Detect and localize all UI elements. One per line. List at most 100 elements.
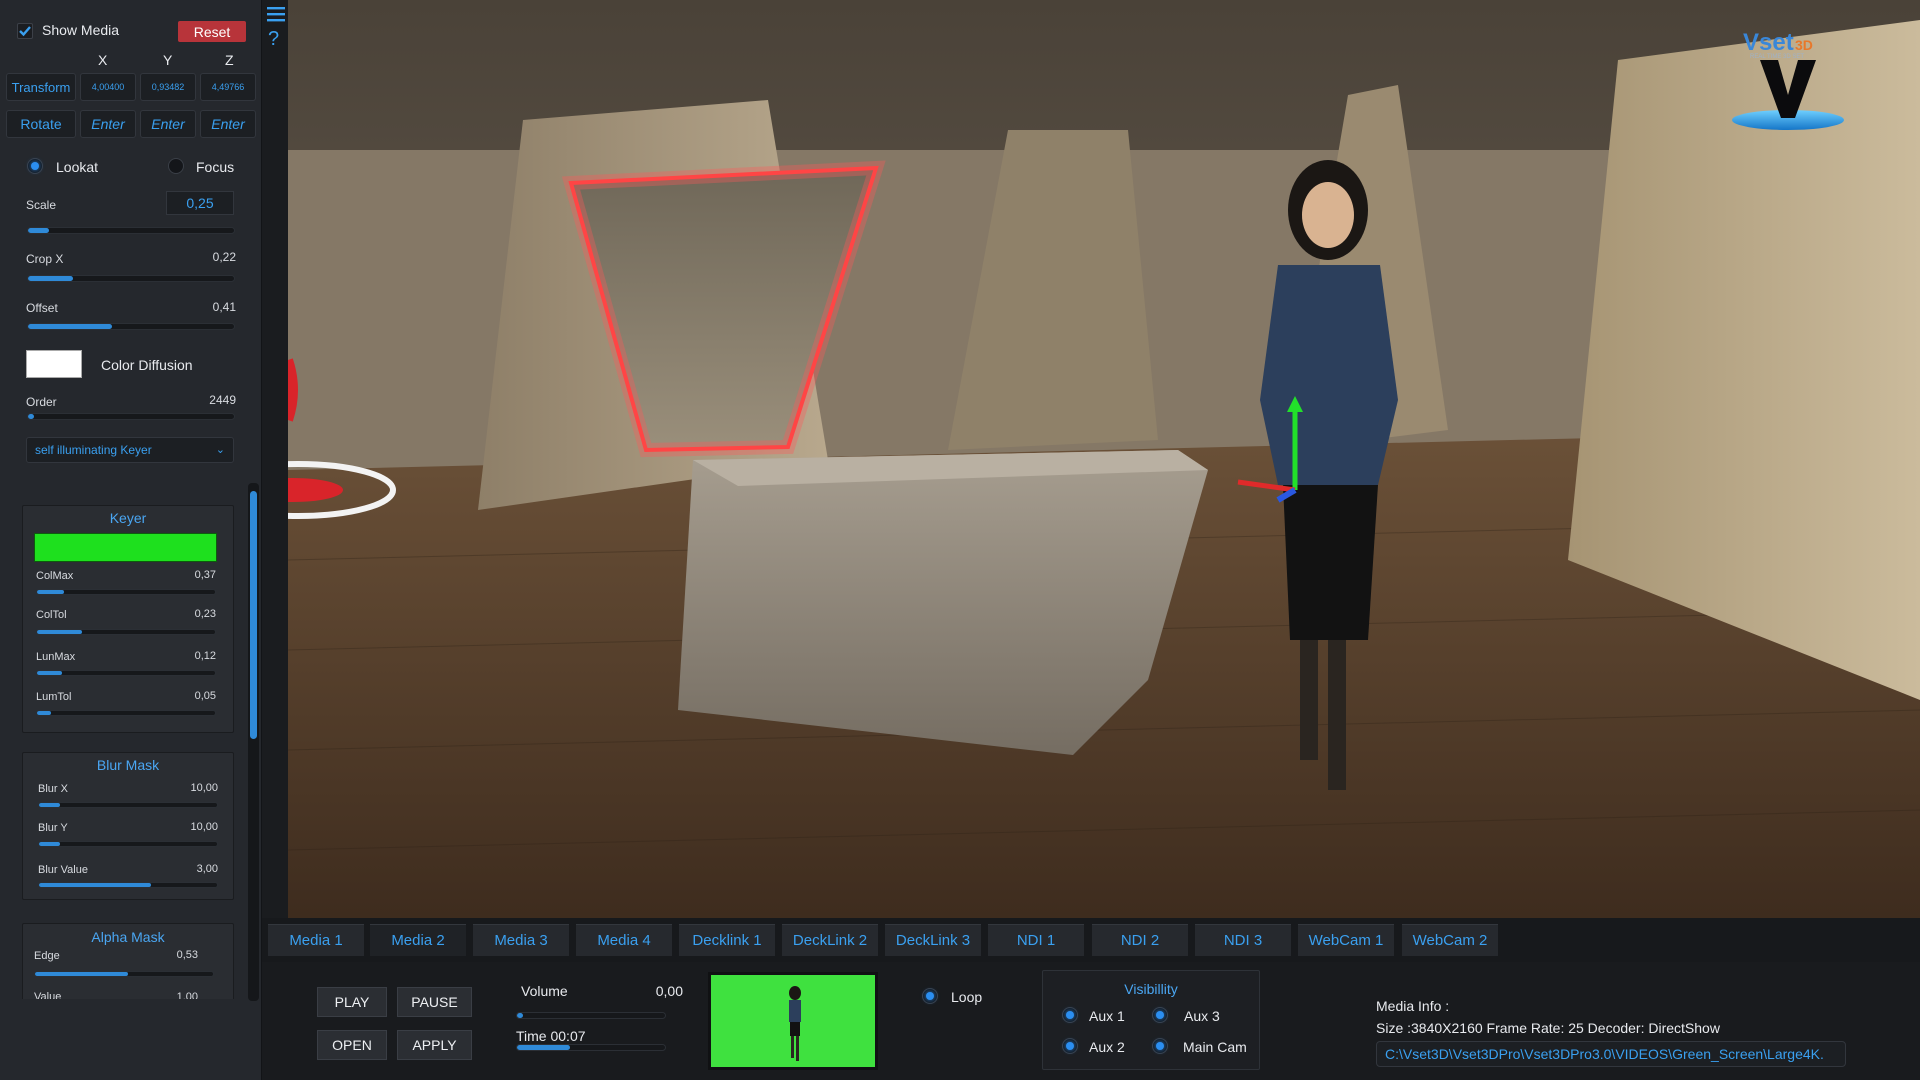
lunmax-slider[interactable]	[36, 670, 216, 676]
volume-slider-fill	[517, 1013, 523, 1018]
tab-ndi-3[interactable]: NDI 3	[1195, 924, 1291, 956]
show-media-checkbox[interactable]	[17, 23, 33, 39]
volume-label: Volume	[521, 983, 568, 999]
volume-slider[interactable]	[516, 1012, 666, 1019]
alpha-mask-title: Alpha Mask	[91, 929, 165, 945]
cropx-slider[interactable]	[27, 275, 235, 282]
transform-y-field[interactable]: 0,93482	[140, 73, 196, 101]
alpha-value-label: Value	[34, 991, 62, 999]
panel-scrollbar[interactable]	[248, 483, 259, 1001]
aux1-toggle[interactable]	[1062, 1007, 1078, 1023]
main-cam-label: Main Cam	[1183, 1039, 1247, 1055]
key-color-swatch[interactable]	[34, 533, 217, 562]
chevron-down-icon: ⌄	[215, 444, 225, 456]
scale-slider[interactable]	[27, 227, 235, 234]
play-button[interactable]: PLAY	[317, 987, 387, 1017]
colmax-label: ColMax	[36, 570, 74, 582]
scale-value-field[interactable]: 0,25	[166, 191, 234, 215]
aux3-label: Aux 3	[1184, 1008, 1220, 1024]
visibility-title: Visibillity	[1124, 981, 1178, 997]
offset-label: Offset	[26, 301, 58, 315]
time-label: Time 00:07	[516, 1028, 586, 1044]
edge-label: Edge	[34, 950, 60, 962]
rotate-x-field[interactable]: Enter	[80, 110, 136, 138]
tab-ndi-2[interactable]: NDI 2	[1092, 924, 1188, 956]
video-preview	[708, 972, 878, 1070]
question-mark-icon[interactable]: ?	[268, 28, 286, 50]
keyer-type-dropdown[interactable]: self illuminating Keyer ⌄	[26, 437, 234, 463]
lunmax-slider-fill	[37, 671, 62, 675]
scale-slider-fill	[28, 228, 49, 233]
edge-slider[interactable]	[34, 971, 214, 977]
tab-decklink-3[interactable]: DeckLink 3	[885, 924, 981, 956]
keyer-title: Keyer	[109, 510, 147, 526]
presenter-leg-left	[1300, 640, 1318, 760]
coltol-slider[interactable]	[36, 629, 216, 635]
tab-media-2[interactable]: Media 2	[370, 924, 466, 956]
lookat-radio[interactable]	[27, 158, 43, 174]
offset-slider[interactable]	[27, 323, 235, 330]
tab-webcam-2[interactable]: WebCam 2	[1402, 924, 1498, 956]
apply-button[interactable]: APPLY	[397, 1030, 472, 1060]
offset-slider-fill	[28, 324, 113, 329]
blur-mask-title: Blur Mask	[96, 757, 160, 773]
rotate-y-field[interactable]: Enter	[140, 110, 196, 138]
blur-value-label: Blur Value	[38, 864, 88, 876]
rotate-z-field[interactable]: Enter	[200, 110, 256, 138]
aux3-toggle[interactable]	[1152, 1007, 1168, 1023]
order-slider-fill	[28, 414, 35, 419]
axis-x-header: X	[98, 52, 108, 68]
tab-media-3[interactable]: Media 3	[473, 924, 569, 956]
time-slider[interactable]	[516, 1044, 666, 1051]
volume-value: 0,00	[655, 983, 683, 999]
colmax-value: 0,37	[194, 569, 216, 581]
rotate-button[interactable]: Rotate	[6, 110, 76, 138]
tab-decklink-1[interactable]: Decklink 1	[679, 924, 775, 956]
presenter-face	[1302, 182, 1354, 248]
tab-ndi-1[interactable]: NDI 1	[988, 924, 1084, 956]
colmax-slider[interactable]	[36, 589, 216, 595]
panel-scrollbar-thumb[interactable]	[250, 491, 257, 739]
focus-label: Focus	[196, 159, 235, 175]
tab-media-4[interactable]: Media 4	[576, 924, 672, 956]
radio-selected-dot	[31, 162, 39, 170]
axis-y-header: Y	[163, 52, 173, 68]
radio-selected-dot	[1156, 1011, 1164, 1019]
media-info-details: Size :3840X2160 Frame Rate: 25 Decoder: …	[1376, 1020, 1720, 1036]
logo-text: Vset	[1743, 29, 1794, 56]
tab-media-1[interactable]: Media 1	[268, 924, 364, 956]
reset-button[interactable]: Reset	[178, 21, 246, 42]
lumtol-slider[interactable]	[36, 710, 216, 716]
blur-value-slider[interactable]	[38, 882, 218, 888]
hamburger-menu-icon[interactable]	[266, 4, 286, 24]
coltol-value: 0,23	[194, 608, 216, 620]
blury-value: 10,00	[190, 821, 218, 833]
media-file-path[interactable]: C:\Vset3D\Vset3DPro\Vset3DPro3.0\VIDEOS\…	[1376, 1041, 1846, 1067]
blury-slider-fill	[39, 842, 61, 846]
transform-x-field[interactable]: 4,00400	[80, 73, 136, 101]
aux2-toggle[interactable]	[1062, 1038, 1078, 1054]
order-slider[interactable]	[27, 413, 235, 420]
presenter-skirt	[1283, 485, 1378, 640]
main-cam-toggle[interactable]	[1152, 1038, 1168, 1054]
open-button[interactable]: OPEN	[317, 1030, 387, 1060]
transform-z-field[interactable]: 4,49766	[200, 73, 256, 101]
media-info-label: Media Info :	[1376, 998, 1450, 1014]
color-diffusion-swatch[interactable]	[26, 350, 82, 378]
tab-decklink-2[interactable]: DeckLink 2	[782, 924, 878, 956]
3d-viewport[interactable]: Vset 3D REAL TIME 3D SET	[288, 0, 1920, 918]
coltol-label: ColTol	[36, 609, 67, 621]
coltol-slider-fill	[37, 630, 82, 634]
aux2-label: Aux 2	[1089, 1039, 1125, 1055]
tab-webcam-1[interactable]: WebCam 1	[1298, 924, 1394, 956]
time-slider-fill	[517, 1045, 571, 1050]
scale-label: Scale	[26, 198, 57, 212]
blury-slider[interactable]	[38, 841, 218, 847]
presenter-shirt	[1260, 265, 1398, 485]
pause-button[interactable]: PAUSE	[397, 987, 472, 1017]
transform-button[interactable]: Transform	[6, 73, 76, 101]
loop-toggle[interactable]	[922, 988, 938, 1004]
blurx-slider[interactable]	[38, 802, 218, 808]
focus-radio[interactable]	[168, 158, 184, 174]
blurx-label: Blur X	[38, 783, 68, 795]
